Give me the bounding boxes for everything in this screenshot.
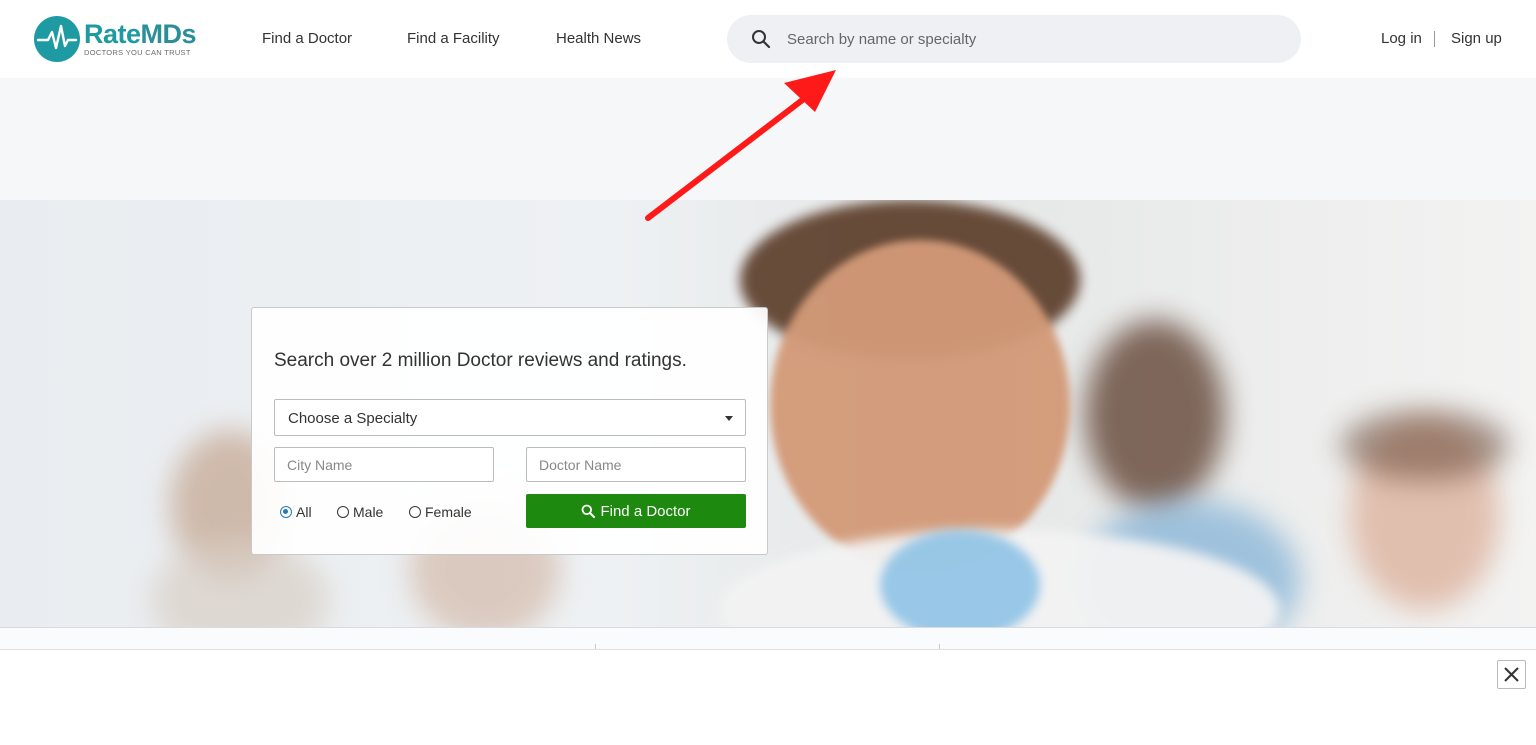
search-card-title: Search over 2 million Doctor reviews and… [274,350,687,371]
signup-link[interactable]: Sign up [1451,30,1502,47]
hero-doctors-image [0,200,1536,627]
doctor-name-input[interactable] [526,447,746,482]
close-icon [1504,667,1519,682]
caret-down-icon [725,416,733,421]
search-icon [582,504,596,518]
radio-unselected-icon [337,506,349,518]
logo-tagline: DOCTORS YOU CAN TRUST [84,48,191,58]
login-signup-divider [1434,31,1435,47]
gender-radio-female[interactable]: Female [409,504,472,520]
specialty-select[interactable]: Choose a Specialty [274,399,746,436]
close-banner-button[interactable] [1497,660,1526,689]
logo-heartbeat-icon [34,16,80,62]
bottom-overlay-banner [0,649,1536,745]
gender-radio-male[interactable]: Male [337,504,383,520]
search-icon [751,29,771,54]
nav-find-a-doctor[interactable]: Find a Doctor [262,30,352,47]
header-spacer-band [0,78,1536,200]
doctor-search-card: Search over 2 million Doctor reviews and… [251,307,768,555]
site-header: RateMDs DOCTORS YOU CAN TRUST Find a Doc… [0,0,1536,78]
ratemds-logo[interactable]: RateMDs DOCTORS YOU CAN TRUST [34,16,197,62]
gender-radio-all[interactable]: All [280,504,312,520]
nav-health-news[interactable]: Health News [556,30,641,47]
login-link[interactable]: Log in [1381,30,1422,47]
city-name-input[interactable] [274,447,494,482]
radio-selected-icon [280,506,292,518]
nav-find-a-facility[interactable]: Find a Facility [407,30,500,47]
logo-wordmark: RateMDs [84,19,197,50]
header-search-bar[interactable] [727,15,1301,63]
radio-unselected-icon [409,506,421,518]
header-search-input[interactable] [787,27,1267,51]
stats-strip [0,627,1536,649]
specialty-select-value: Choose a Specialty [288,410,418,427]
find-a-doctor-button[interactable]: Find a Doctor [526,494,746,528]
